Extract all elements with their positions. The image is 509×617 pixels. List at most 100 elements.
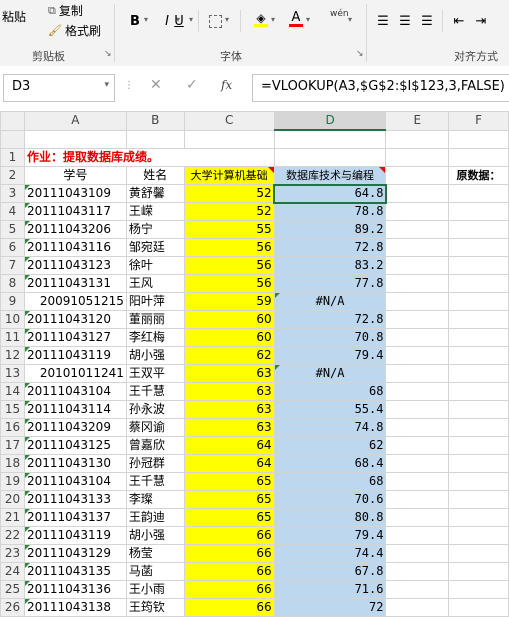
database-score[interactable]: 68 — [273, 382, 387, 401]
student-id-cell[interactable]: 20111043119 — [23, 346, 127, 365]
fill-color-button[interactable]: ◈ — [252, 10, 270, 28]
row-header[interactable]: 15 — [0, 400, 25, 419]
computer-basics-score[interactable]: 65 — [183, 508, 275, 527]
row-header[interactable]: 3 — [0, 184, 25, 203]
copy-button[interactable]: ⧉ 复制 — [48, 2, 83, 19]
computer-basics-score[interactable]: 63 — [183, 400, 275, 419]
student-id-cell[interactable]: 20111043206 — [23, 220, 127, 239]
cell[interactable] — [125, 129, 185, 149]
spreadsheet-grid[interactable]: A B C D E F 1 作业：提取数据库成绩。 2 学号 姓名 大学计算机基础 数据库技术与编程 原数… — [0, 111, 509, 617]
database-score[interactable]: 80.8 — [273, 508, 387, 527]
database-score[interactable]: 74.4 — [273, 544, 387, 563]
student-name-cell[interactable]: 王风 — [125, 274, 185, 293]
student-id-cell[interactable]: 20111043116 — [23, 238, 127, 257]
cell[interactable] — [385, 562, 450, 581]
cell[interactable] — [448, 310, 509, 329]
row-header[interactable]: 16 — [0, 418, 25, 437]
active-cell-d3[interactable]: 64.8 — [273, 183, 387, 204]
student-name-cell[interactable]: 蔡冈谕 — [125, 418, 185, 437]
cell[interactable] — [385, 544, 450, 563]
cell[interactable] — [385, 508, 450, 527]
header-name[interactable]: 姓名 — [125, 166, 185, 185]
database-score[interactable]: 78.8 — [273, 202, 387, 221]
cell[interactable] — [448, 526, 509, 545]
cell[interactable] — [385, 526, 450, 545]
cell[interactable] — [448, 382, 509, 401]
row-header[interactable]: 12 — [0, 346, 25, 365]
column-header-a[interactable]: A — [23, 111, 127, 131]
computer-basics-score[interactable]: 63 — [183, 364, 275, 383]
database-score[interactable]: 68 — [273, 472, 387, 491]
cell[interactable] — [448, 292, 509, 311]
database-score[interactable]: 79.4 — [273, 526, 387, 545]
cell[interactable] — [448, 490, 509, 509]
cell[interactable] — [385, 400, 450, 419]
row-header[interactable]: 6 — [0, 238, 25, 257]
row-header[interactable]: 14 — [0, 382, 25, 401]
row-header[interactable]: 1 — [0, 148, 25, 167]
cell[interactable] — [448, 256, 509, 275]
cell[interactable] — [385, 148, 450, 167]
student-id-cell[interactable]: 20111043131 — [23, 274, 127, 293]
select-all-corner[interactable] — [0, 111, 25, 131]
row-header[interactable]: 13 — [0, 364, 25, 383]
student-id-cell[interactable]: 20111043133 — [23, 490, 127, 509]
cell[interactable] — [273, 129, 387, 149]
cell[interactable] — [448, 148, 509, 167]
cell[interactable] — [385, 292, 450, 311]
row-header[interactable]: 2 — [0, 166, 25, 185]
database-score[interactable]: 68.4 — [273, 454, 387, 473]
cell[interactable] — [448, 544, 509, 563]
row-header[interactable]: 20 — [0, 490, 25, 509]
cell[interactable] — [448, 580, 509, 599]
student-name-cell[interactable]: 王韵迪 — [125, 508, 185, 527]
student-id-cell[interactable]: 20111043117 — [23, 202, 127, 221]
borders-button[interactable] — [206, 12, 224, 30]
student-name-cell[interactable]: 杨宁 — [125, 220, 185, 239]
student-name-cell[interactable]: 王筠钦 — [125, 598, 185, 617]
phonetic-button[interactable]: wén — [330, 9, 349, 19]
paste-button[interactable]: 粘贴 — [2, 2, 26, 25]
student-id-cell[interactable]: 20111043127 — [23, 328, 127, 347]
cell[interactable] — [448, 508, 509, 527]
student-id-cell[interactable]: 20111043114 — [23, 400, 127, 419]
cell[interactable] — [385, 346, 450, 365]
increase-indent-button[interactable]: ⇥ — [472, 12, 490, 30]
student-name-cell[interactable]: 李红梅 — [125, 328, 185, 347]
name-box[interactable]: D3 ▾ — [3, 74, 115, 102]
cell[interactable] — [385, 238, 450, 257]
cell[interactable] — [385, 364, 450, 383]
database-score[interactable]: 70.8 — [273, 328, 387, 347]
database-score[interactable]: 83.2 — [273, 256, 387, 275]
row-header[interactable]: 19 — [0, 472, 25, 491]
source-data-label[interactable]: 原数据： — [448, 166, 509, 185]
student-id-cell[interactable]: 20111043129 — [23, 544, 127, 563]
computer-basics-score[interactable]: 66 — [183, 562, 275, 581]
student-name-cell[interactable]: 孙永波 — [125, 400, 185, 419]
student-name-cell[interactable]: 曾嘉欣 — [125, 436, 185, 455]
row-header[interactable]: 9 — [0, 292, 25, 311]
row-header[interactable]: 24 — [0, 562, 25, 581]
computer-basics-score[interactable]: 66 — [183, 544, 275, 563]
database-score[interactable]: 89.2 — [273, 220, 387, 239]
student-id-cell[interactable]: 20111043125 — [23, 436, 127, 455]
computer-basics-score[interactable]: 60 — [183, 328, 275, 347]
row-header[interactable]: 23 — [0, 544, 25, 563]
header-computer-basics[interactable]: 大学计算机基础 — [183, 166, 275, 185]
cell[interactable] — [385, 454, 450, 473]
cell[interactable] — [448, 562, 509, 581]
cell[interactable] — [385, 166, 450, 185]
insert-function-button[interactable]: fx — [221, 78, 232, 92]
header-student-id[interactable]: 学号 — [23, 166, 127, 185]
cell[interactable] — [448, 202, 509, 221]
student-name-cell[interactable]: 胡小强 — [125, 346, 185, 365]
student-name-cell[interactable]: 胡小强 — [125, 526, 185, 545]
confirm-formula-button[interactable]: ✓ — [186, 77, 198, 93]
row-header[interactable]: 5 — [0, 220, 25, 239]
student-id-cell[interactable]: 20111043135 — [23, 562, 127, 581]
decrease-indent-button[interactable]: ⇤ — [450, 12, 468, 30]
database-score[interactable]: 74.8 — [273, 418, 387, 437]
student-id-cell[interactable]: 20111043123 — [23, 256, 127, 275]
computer-basics-score[interactable]: 52 — [183, 202, 275, 221]
row-header[interactable]: 21 — [0, 508, 25, 527]
